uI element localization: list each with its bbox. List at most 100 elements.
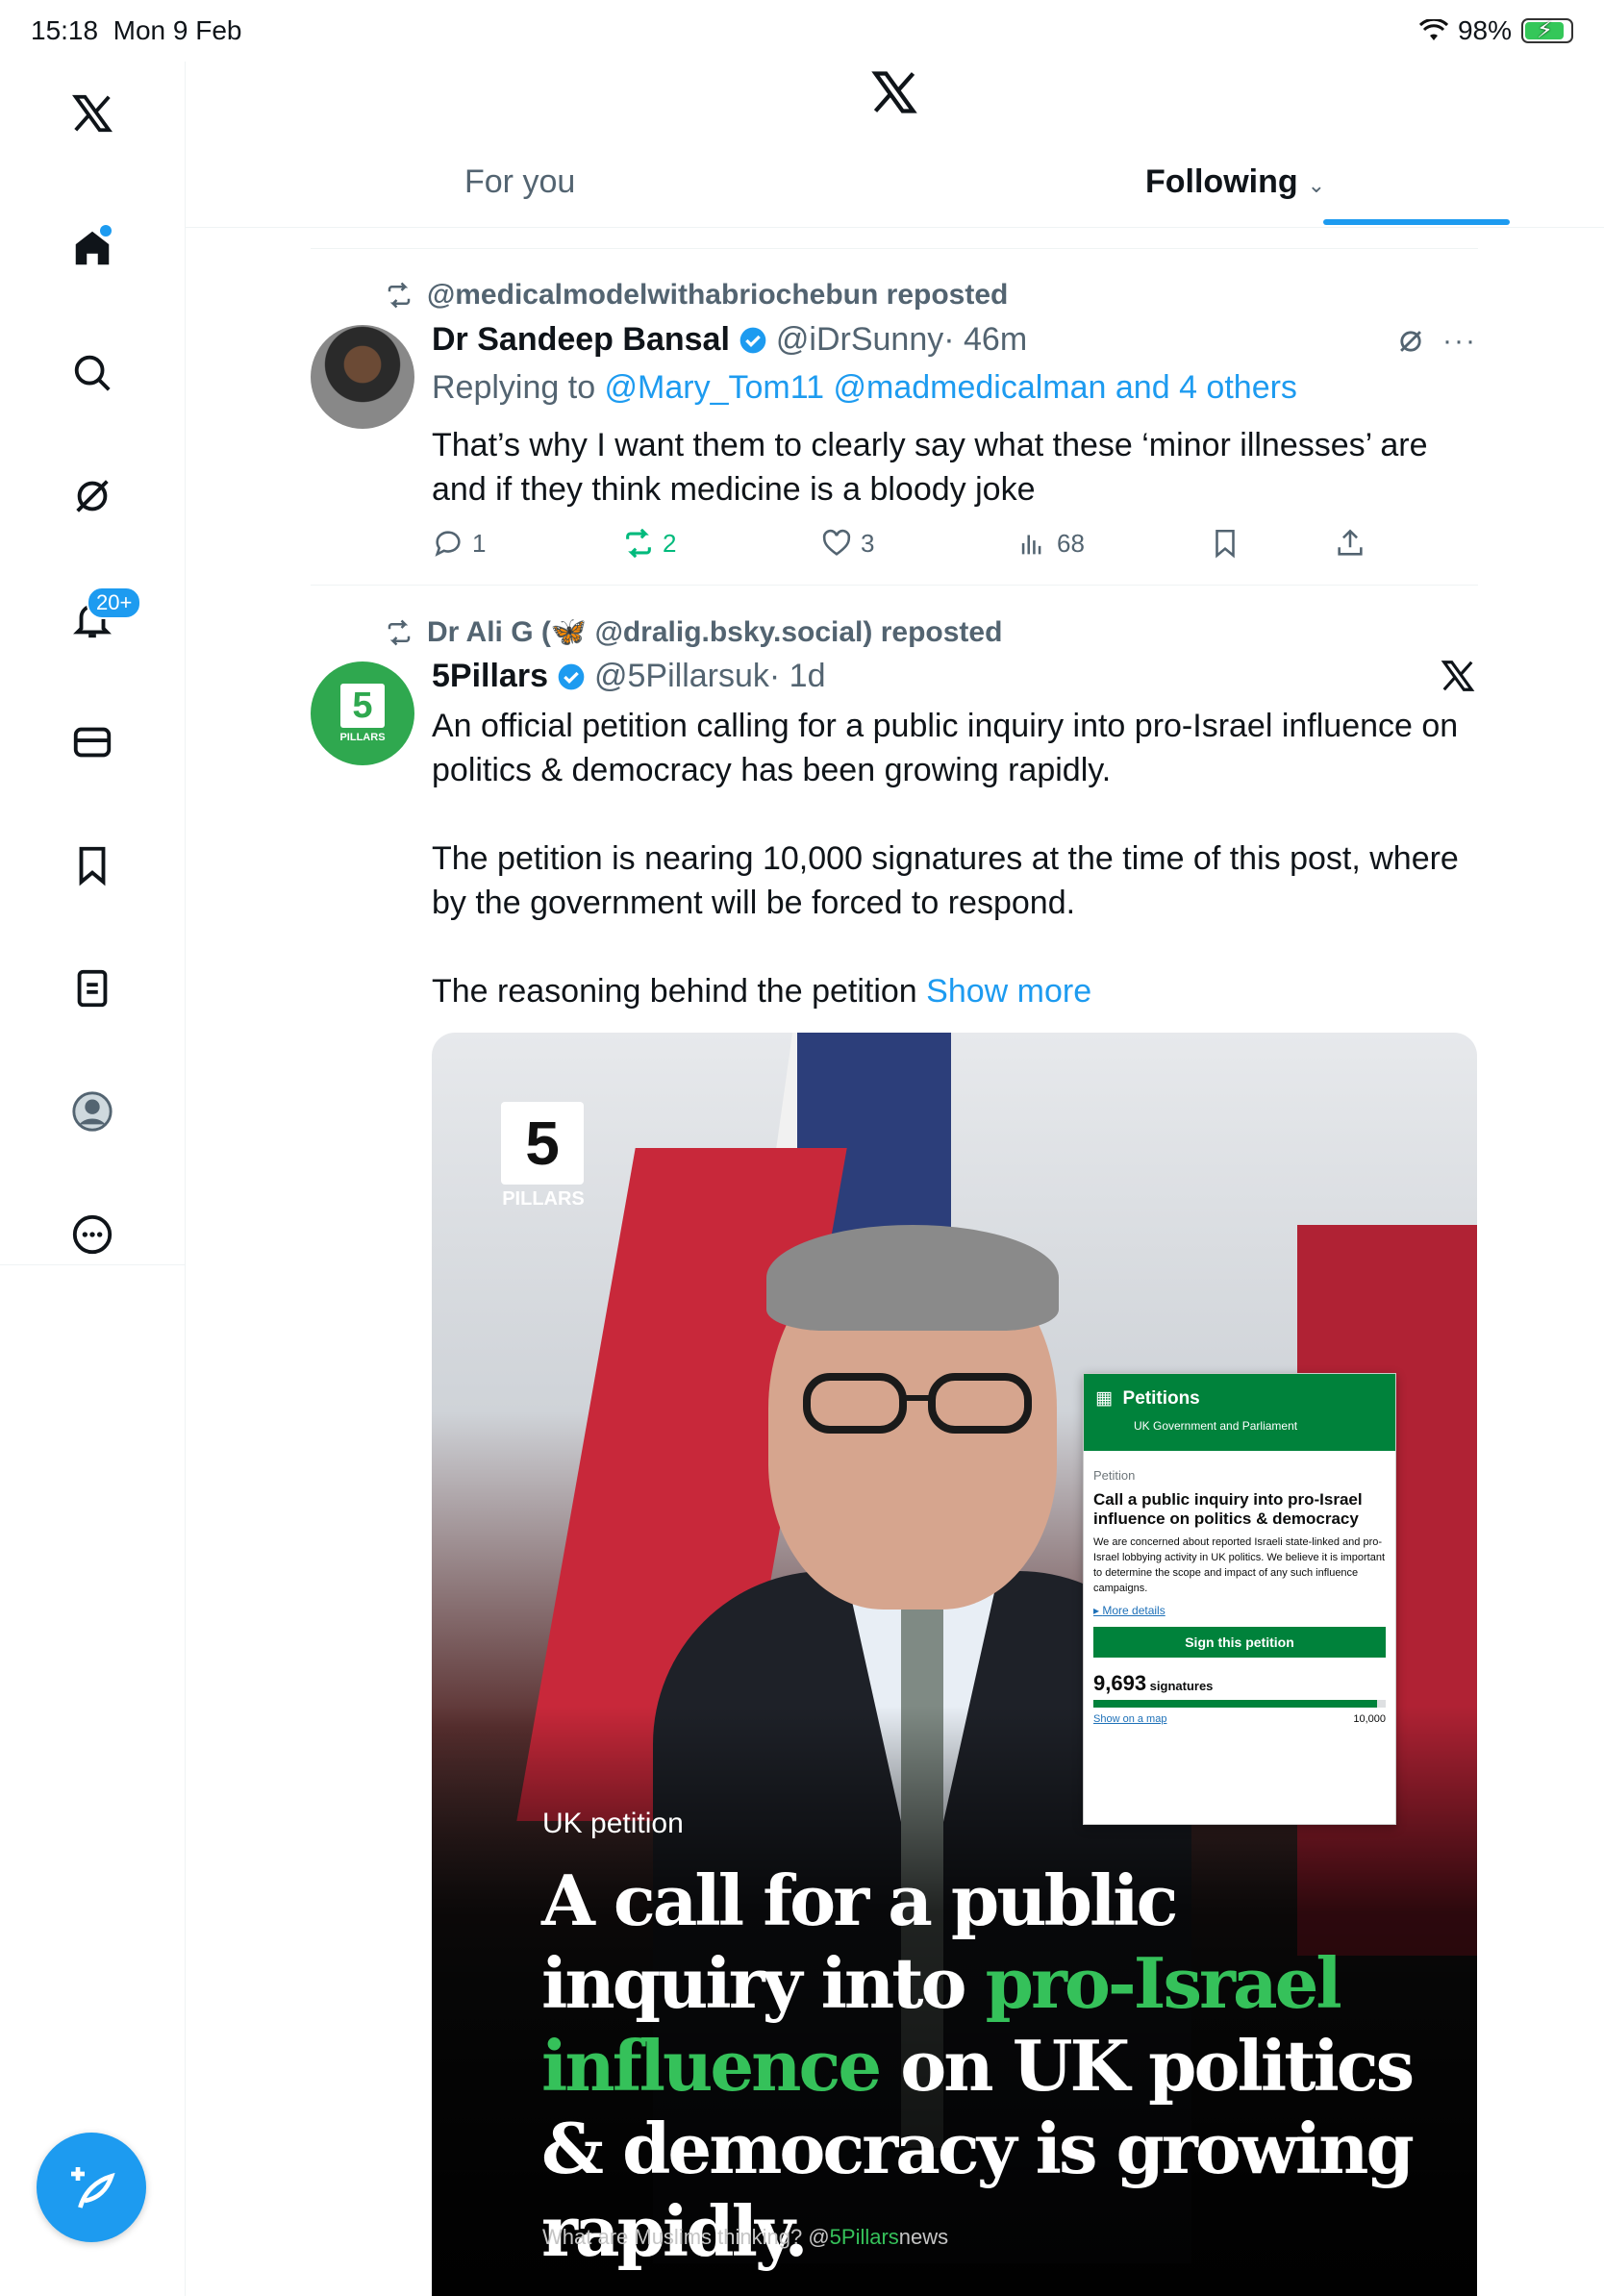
grok-icon[interactable] bbox=[60, 463, 125, 529]
divider bbox=[311, 585, 1478, 586]
repost-icon bbox=[626, 528, 651, 559]
timeline-tabs: For you Following ⌄ bbox=[186, 144, 1604, 228]
petition-more-details: ▸ More details bbox=[1093, 1604, 1165, 1617]
notifications-bell-icon[interactable]: 20+ bbox=[60, 586, 142, 652]
tab-following-label: Following bbox=[1145, 163, 1298, 200]
petition-card-body: Petition Call a public inquiry into pro-… bbox=[1084, 1451, 1395, 1733]
repost-icon bbox=[388, 282, 411, 309]
search-icon[interactable] bbox=[60, 340, 125, 406]
reply-icon bbox=[435, 531, 461, 557]
author-name[interactable]: 5Pillars bbox=[432, 658, 548, 695]
signature-label: signatures bbox=[1146, 1679, 1214, 1693]
show-on-map-link: Show on a map bbox=[1093, 1713, 1167, 1725]
petition-card: ▦ Petitions UK Government and Parliament… bbox=[1083, 1373, 1396, 1825]
replying-to: Replying to @Mary_Tom11 @madmedicalman a… bbox=[432, 369, 1297, 407]
image-footer: What are Muslims thinking? @5Pillarsnews bbox=[542, 2225, 948, 2250]
repost-button[interactable]: 2 bbox=[622, 527, 676, 560]
tweet-text: That’s why I want them to clearly say wh… bbox=[432, 427, 1428, 508]
petition-card-title: ▦ Petitions bbox=[1095, 1387, 1384, 1410]
tweet-media-image[interactable]: 5 PILLARS ▦ Petitions UK Government and … bbox=[432, 1033, 1477, 2296]
like-button[interactable]: 3 bbox=[820, 527, 874, 560]
author-handle[interactable]: @iDrSunny bbox=[776, 321, 943, 359]
author-handle[interactable]: @5Pillarsuk bbox=[594, 658, 769, 695]
profile-avatar-icon[interactable] bbox=[60, 1079, 125, 1144]
replying-to-prefix: Replying to bbox=[432, 369, 605, 406]
reply-button[interactable]: 1 bbox=[432, 527, 486, 560]
petition-footer: Show on a map 10,000 bbox=[1093, 1713, 1386, 1725]
footer-brand: 5Pillars bbox=[829, 2225, 899, 2249]
wifi-icon bbox=[1418, 19, 1448, 40]
lists-icon[interactable] bbox=[60, 956, 125, 1021]
active-tab-indicator bbox=[1323, 219, 1510, 225]
x-logo-icon[interactable] bbox=[60, 81, 125, 146]
portcullis-icon: ▦ bbox=[1095, 1388, 1113, 1409]
glasses bbox=[803, 1373, 1032, 1434]
avatar[interactable] bbox=[311, 325, 414, 429]
tweet-time[interactable]: · 46m bbox=[943, 321, 1027, 359]
petition-label: Petition bbox=[1093, 1468, 1136, 1483]
view-count: 68 bbox=[1057, 528, 1085, 558]
show-more-link[interactable]: Show more bbox=[926, 973, 1091, 1010]
petition-heading: Call a public inquiry into pro-Israel in… bbox=[1093, 1490, 1363, 1528]
petition-progress-bar bbox=[1093, 1700, 1386, 1708]
chevron-down-icon: ⌄ bbox=[1307, 173, 1326, 197]
tweet-text-lead: The reasoning behind the petition bbox=[432, 973, 927, 1010]
grok-explain-icon[interactable] bbox=[1394, 325, 1427, 358]
x-logo-icon[interactable] bbox=[1440, 658, 1476, 694]
home-notification-dot bbox=[100, 225, 112, 237]
tweet-header: 5Pillars @5Pillarsuk · 1d bbox=[432, 658, 825, 695]
like-count: 3 bbox=[861, 528, 875, 558]
verified-badge-icon bbox=[558, 663, 585, 689]
battery-icon: ⚡ bbox=[1521, 17, 1573, 43]
tweet-text-paragraph-1: An official petition calling for a publi… bbox=[432, 708, 1459, 788]
notifications-badge: 20+ bbox=[87, 586, 142, 619]
replying-to-links[interactable]: @Mary_Tom11 @madmedicalman and 4 others bbox=[605, 369, 1297, 406]
petition-target: 10,000 bbox=[1353, 1713, 1386, 1725]
tweet-header: Dr Sandeep Bansal @iDrSunny · 46m bbox=[432, 321, 1027, 359]
more-options-icon[interactable]: ··· bbox=[1442, 325, 1477, 358]
compose-post-button[interactable] bbox=[37, 2133, 146, 2242]
messages-icon[interactable] bbox=[60, 710, 125, 775]
bookmarks-icon[interactable] bbox=[60, 833, 125, 898]
petition-subtitle: UK Government and Parliament bbox=[1134, 1419, 1298, 1433]
repost-context[interactable]: @medicalmodelwithabriochebun reposted bbox=[383, 279, 1008, 312]
tab-for-you[interactable]: For you bbox=[464, 163, 575, 201]
date-text: Mon 9 Feb bbox=[113, 15, 242, 45]
petition-card-header: ▦ Petitions UK Government and Parliament bbox=[1084, 1374, 1395, 1451]
repost-context-text: @medicalmodelwithabriochebun reposted bbox=[427, 279, 1009, 311]
logo-number: 5 bbox=[501, 1102, 584, 1185]
footer-end: news bbox=[898, 2225, 949, 2249]
avatar-text: PILLARS bbox=[339, 732, 386, 743]
reply-count: 1 bbox=[472, 528, 487, 558]
x-header-logo-icon[interactable] bbox=[869, 67, 919, 117]
time-text: 15:18 bbox=[31, 15, 99, 45]
avatar[interactable]: 5 PILLARS bbox=[311, 661, 414, 765]
tab-following[interactable]: Following ⌄ bbox=[1145, 163, 1325, 201]
tweet-time[interactable]: · 1d bbox=[769, 658, 826, 695]
footer-text: What are Muslims thinking? @ bbox=[542, 2225, 830, 2249]
avatar-number: 5 bbox=[340, 684, 385, 728]
views-icon bbox=[1021, 535, 1041, 555]
petition-progress-fill bbox=[1093, 1700, 1377, 1708]
author-name[interactable]: Dr Sandeep Bansal bbox=[432, 321, 730, 359]
signature-count: 9,693 bbox=[1093, 1671, 1147, 1695]
tweet-text-paragraph-3: The reasoning behind the petition Show m… bbox=[432, 969, 1480, 1013]
home-icon[interactable] bbox=[60, 215, 125, 281]
more-options-icon[interactable] bbox=[60, 1202, 125, 1267]
petition-title: Petitions bbox=[1122, 1388, 1200, 1409]
hair bbox=[766, 1225, 1059, 1331]
repost-context-text: Dr Ali G (🦋 @dralig.bsky.social) reposte… bbox=[427, 616, 1003, 648]
tweet-actions: 1 2 3 68 bbox=[432, 527, 1451, 565]
status-right: 98% ⚡ bbox=[1418, 15, 1573, 46]
views-button[interactable]: 68 bbox=[1016, 527, 1085, 560]
repost-context[interactable]: Dr Ali G (🦋 @dralig.bsky.social) reposte… bbox=[383, 615, 1002, 649]
status-time: 15:18 Mon 9 Feb bbox=[31, 15, 242, 46]
divider bbox=[311, 248, 1478, 249]
logo-text: PILLARS bbox=[502, 1188, 585, 1210]
more-details-text: More details bbox=[1102, 1604, 1165, 1617]
quill-plus-icon bbox=[71, 2167, 115, 2209]
share-button[interactable] bbox=[1334, 527, 1366, 560]
sidebar-border bbox=[185, 1265, 186, 2296]
bookmark-button[interactable] bbox=[1209, 527, 1241, 560]
share-icon bbox=[1338, 529, 1363, 556]
